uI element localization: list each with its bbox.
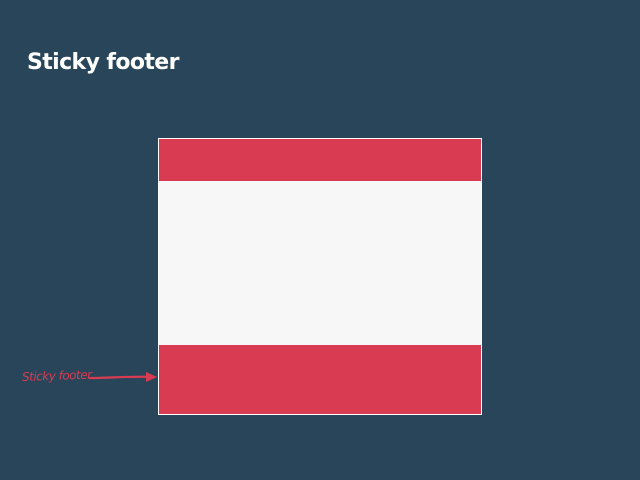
slide-title: Sticky footer <box>27 50 179 75</box>
layout-footer-block <box>159 345 481 414</box>
page-layout-frame <box>158 138 482 415</box>
layout-header-block <box>159 139 481 181</box>
layout-content-block <box>159 181 481 345</box>
annotation-arrow-icon <box>88 372 157 382</box>
sticky-footer-annotation: Sticky footer <box>21 367 92 384</box>
